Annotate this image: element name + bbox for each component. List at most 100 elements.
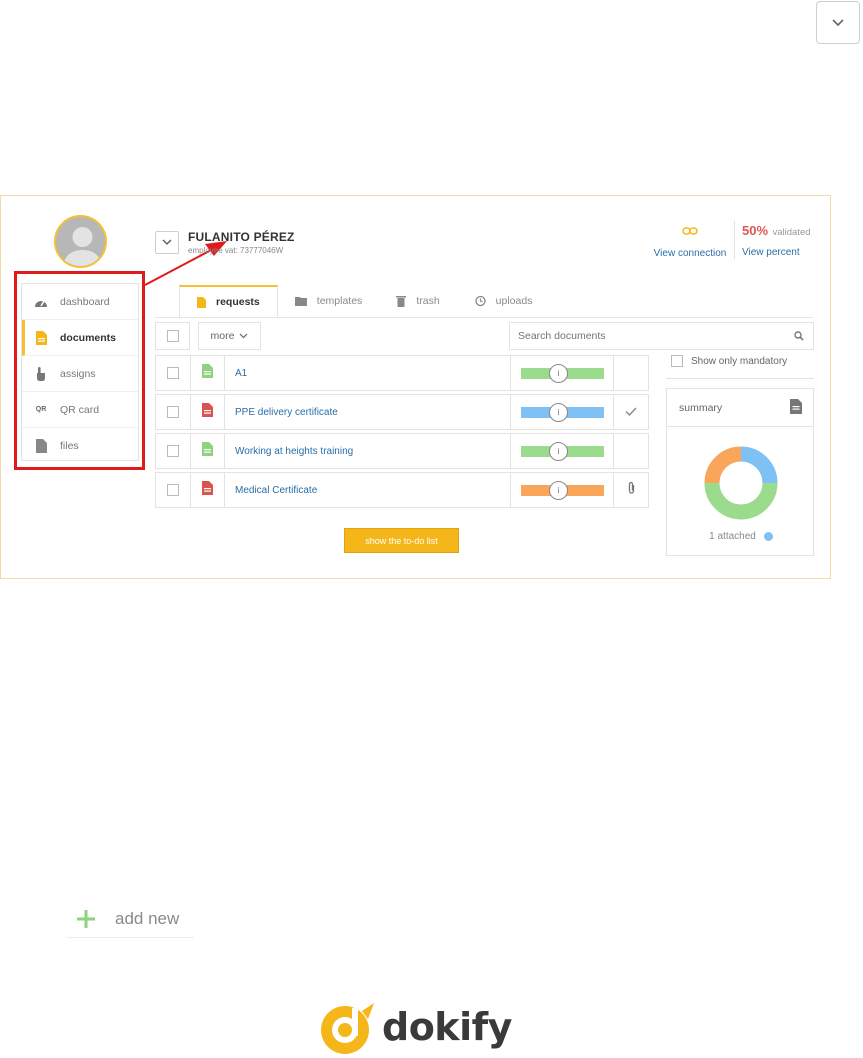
divider — [734, 221, 735, 259]
document-link[interactable]: PPE delivery certificate — [235, 407, 338, 418]
file-type-cell — [191, 434, 225, 468]
row-select-cell — [156, 434, 191, 468]
sidebar-item-documents[interactable]: documents — [22, 320, 138, 356]
table-row: PPE delivery certificate i — [155, 394, 649, 430]
file-icon — [202, 480, 213, 500]
tab-uploads[interactable]: uploads — [457, 285, 550, 317]
file-icon — [202, 363, 213, 383]
table-row: Working at heights training i — [155, 433, 649, 469]
top-dropdown-button[interactable] — [816, 1, 860, 44]
user-name: FULANITO PÉREZ — [188, 230, 295, 244]
tab-requests[interactable]: requests — [179, 285, 278, 317]
table-row: A1 i — [155, 355, 649, 391]
connection-block: View connection — [651, 223, 729, 259]
row-checkbox[interactable] — [167, 445, 179, 457]
search-input[interactable] — [518, 330, 788, 342]
folder-icon — [294, 296, 307, 306]
attached-dot — [763, 532, 773, 541]
document-name-cell: A1 i — [225, 356, 568, 390]
sidebar-item-assigns[interactable]: assigns — [22, 356, 138, 392]
paperclip-icon[interactable] — [627, 481, 636, 500]
info-icon[interactable]: i — [549, 403, 568, 422]
action-cell — [614, 434, 648, 468]
document-name-cell: PPE delivery certificate i — [225, 395, 568, 429]
show-only-mandatory: Show only mandatory — [671, 355, 787, 367]
donut-segment-orange — [704, 446, 742, 484]
dokify-wordmark: dokify — [382, 1005, 512, 1049]
donut-segment-green — [704, 482, 778, 520]
divider — [666, 378, 814, 379]
action-cell[interactable] — [614, 395, 648, 429]
row-checkbox[interactable] — [167, 484, 179, 496]
dokify-logo-icon — [321, 1003, 374, 1054]
view-percent-link[interactable]: View percent — [742, 247, 822, 258]
view-connection-link[interactable]: View connection — [651, 248, 729, 259]
validation-block: 50% validated View percent — [742, 222, 822, 258]
summary-donut-chart — [704, 446, 778, 520]
action-cell — [614, 356, 648, 390]
row-checkbox[interactable] — [167, 367, 179, 379]
tab-label: templates — [316, 295, 363, 307]
table-row: Medical Certificate i — [155, 472, 649, 508]
chevron-down-icon — [162, 239, 172, 245]
select-all-checkbox[interactable] — [166, 330, 179, 342]
user-avatar-icon — [62, 227, 103, 266]
link-icon — [682, 227, 698, 235]
row-select-cell — [156, 473, 191, 507]
tab-label: requests — [216, 296, 260, 308]
user-dropdown-button[interactable] — [155, 231, 179, 254]
sidebar-item-label: files — [60, 440, 79, 452]
row-checkbox[interactable] — [167, 406, 179, 418]
summary-panel: summary 1 attached — [666, 388, 814, 556]
info-icon[interactable]: i — [549, 364, 568, 383]
sidebar-item-files[interactable]: files — [22, 428, 138, 464]
attached-label: 1 attached — [709, 531, 756, 542]
history-icon — [474, 295, 486, 307]
show-only-mandatory-checkbox[interactable] — [671, 355, 683, 367]
tab-label: trash — [416, 295, 440, 307]
info-icon[interactable]: i — [549, 481, 568, 500]
validated-percent: 50% — [742, 223, 769, 238]
file-icon — [34, 439, 48, 453]
info-icon[interactable]: i — [549, 442, 568, 461]
tab-label: uploads — [495, 295, 533, 307]
row-select-cell — [156, 395, 191, 429]
add-new-label: add new — [115, 908, 180, 928]
document-link[interactable]: Working at heights training — [235, 446, 353, 457]
select-all-cell — [155, 322, 190, 350]
action-cell[interactable] — [614, 473, 648, 507]
chevron-down-icon — [832, 18, 844, 26]
document-name-cell: Medical Certificate i — [225, 473, 568, 507]
document-icon — [197, 296, 206, 308]
trash-icon — [396, 295, 407, 307]
document-link[interactable]: Medical Certificate — [235, 485, 317, 496]
user-subtitle: employee vat: 73777046W — [188, 246, 284, 255]
hand-pointer-icon — [34, 366, 48, 381]
sidebar-item-dashboard[interactable]: dashboard — [22, 284, 138, 320]
sidebar-item-label: dashboard — [60, 295, 110, 308]
file-icon — [202, 402, 213, 422]
sidebar-item-label: QR card — [60, 403, 100, 416]
tab-templates[interactable]: templates — [278, 285, 380, 317]
show-todo-list-button[interactable]: show the to-do list — [344, 528, 459, 553]
tab-underline — [155, 317, 813, 318]
document-link[interactable]: A1 — [235, 368, 247, 379]
validated-label: validated — [772, 227, 811, 238]
file-type-cell — [191, 473, 225, 507]
sidebar: dashboard documents assigns QR QR card f… — [21, 283, 139, 461]
dashboard-gauge-icon — [34, 295, 48, 309]
summary-header: summary — [667, 389, 813, 427]
file-type-cell — [191, 395, 225, 429]
sidebar-item-qr-card[interactable]: QR QR card — [22, 392, 138, 428]
document-icon — [34, 330, 48, 345]
qr-icon: QR — [35, 406, 47, 413]
add-new-button[interactable]: add new — [67, 900, 194, 938]
check-icon[interactable] — [625, 403, 637, 421]
search-box — [509, 322, 814, 350]
avatar[interactable] — [54, 215, 107, 268]
more-dropdown-button[interactable]: more — [198, 322, 261, 350]
tab-trash[interactable]: trash — [379, 285, 456, 317]
search-icon[interactable] — [794, 331, 804, 341]
donut-segment-blue — [740, 446, 778, 484]
attached-legend: 1 attached — [667, 531, 815, 542]
